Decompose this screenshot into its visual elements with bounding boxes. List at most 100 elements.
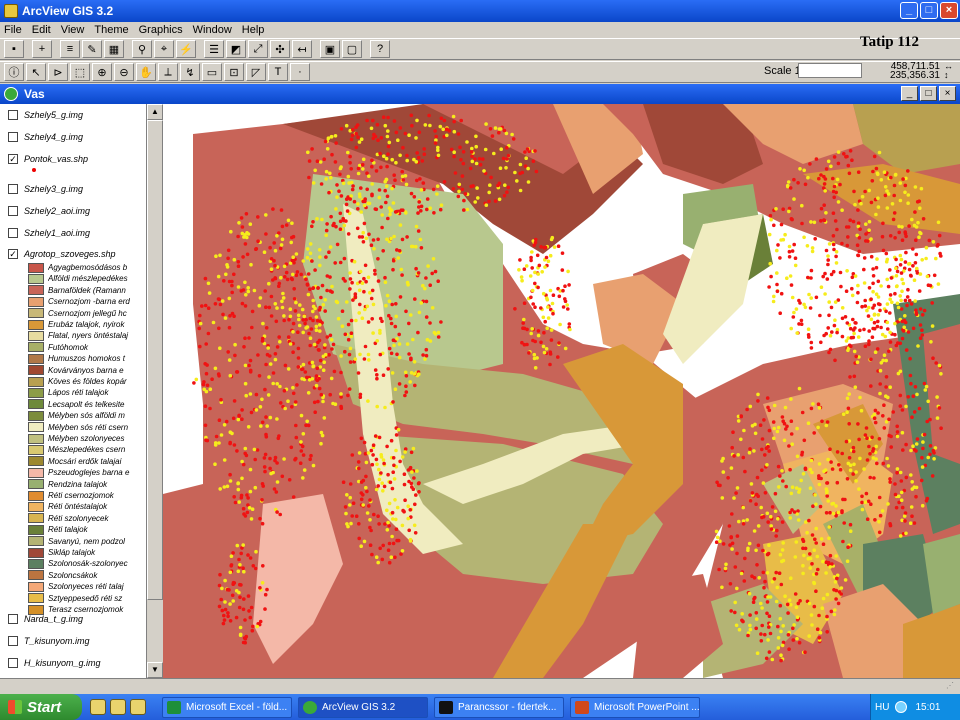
menu-view[interactable]: View bbox=[61, 24, 85, 36]
sample-point bbox=[857, 236, 862, 240]
sample-point bbox=[249, 262, 253, 267]
help-icon[interactable]: ? bbox=[370, 40, 390, 58]
select-by-theme-icon[interactable]: ◩ bbox=[226, 40, 246, 58]
sample-point bbox=[779, 238, 783, 242]
menu-help[interactable]: Help bbox=[242, 24, 265, 36]
menu-file[interactable]: File bbox=[4, 24, 22, 36]
open-table-icon[interactable]: ▦ bbox=[104, 40, 124, 58]
tray-network-icon[interactable] bbox=[895, 701, 908, 713]
sample-point bbox=[780, 559, 784, 564]
menu-edit[interactable]: Edit bbox=[32, 24, 51, 36]
menu-theme[interactable]: Theme bbox=[94, 24, 128, 36]
task-powerpoint[interactable]: Microsoft PowerPoint ... bbox=[570, 696, 700, 718]
view-hscroll[interactable]: ⋰ bbox=[0, 678, 960, 692]
close-button[interactable]: × bbox=[940, 2, 958, 19]
task-cmd[interactable]: Parancssor - fdertek... bbox=[434, 696, 564, 718]
area-of-interest-icon[interactable]: ▭ bbox=[202, 63, 222, 81]
view-close-button[interactable]: × bbox=[939, 86, 956, 101]
draw-point-icon[interactable]: · bbox=[290, 63, 310, 81]
edit-legend-icon[interactable]: ✎ bbox=[82, 40, 102, 58]
sample-point bbox=[228, 619, 233, 623]
layer-item[interactable]: Szhely2_aoi.img bbox=[8, 206, 90, 216]
measure-icon[interactable]: ⟂ bbox=[158, 63, 178, 81]
layer-item[interactable]: T_kisunyom.img bbox=[8, 636, 90, 646]
layer-item[interactable]: Szhely4_g.img bbox=[8, 132, 83, 142]
sample-point bbox=[379, 455, 384, 459]
query-builder-icon[interactable]: ☰ bbox=[204, 40, 224, 58]
layer-visibility-checkbox[interactable]: ✓ bbox=[8, 249, 18, 259]
hotlink-tool-icon[interactable]: ↯ bbox=[180, 63, 200, 81]
clear-selection-icon[interactable]: ▢ bbox=[342, 40, 362, 58]
layer-item[interactable]: H_kisunyom_g.img bbox=[8, 658, 101, 668]
callout-icon[interactable]: ◸ bbox=[246, 63, 266, 81]
sample-point bbox=[243, 304, 248, 308]
layer-item[interactable]: Szhely5_g.img bbox=[8, 110, 83, 120]
sample-point bbox=[826, 326, 830, 330]
layer-visibility-checkbox[interactable] bbox=[8, 658, 18, 668]
hotlink-icon[interactable]: ⚡ bbox=[176, 40, 196, 58]
save-project-icon[interactable]: ▪ bbox=[4, 40, 24, 58]
layer-visibility-checkbox[interactable] bbox=[8, 184, 18, 194]
locate-icon[interactable]: ⌖ bbox=[154, 40, 174, 58]
layer-item[interactable]: Szhely3_g.img bbox=[8, 184, 83, 194]
minimize-button[interactable]: _ bbox=[900, 2, 918, 19]
legend-item: Csernozjom -barna erd bbox=[28, 296, 146, 307]
zoom-in-icon[interactable]: ⊕ bbox=[92, 63, 112, 81]
layer-item[interactable]: ✓ Pontok_vas.shp bbox=[8, 154, 88, 164]
menu-window[interactable]: Window bbox=[193, 24, 232, 36]
sample-point bbox=[930, 324, 935, 328]
legend-label: Réti szolonyecek bbox=[48, 513, 109, 523]
explorer-icon[interactable] bbox=[90, 699, 106, 715]
scroll-down-icon[interactable]: ▼ bbox=[147, 662, 163, 678]
desktop-icon[interactable] bbox=[110, 699, 126, 715]
zoom-full-icon[interactable]: ✣ bbox=[270, 40, 290, 58]
layer-visibility-checkbox[interactable] bbox=[8, 636, 18, 646]
layer-visibility-checkbox[interactable]: ✓ bbox=[8, 154, 18, 164]
select-feature-icon[interactable]: ⬚ bbox=[70, 63, 90, 81]
select-features-icon[interactable]: ▣ bbox=[320, 40, 340, 58]
find-icon[interactable]: ⚲ bbox=[132, 40, 152, 58]
sample-point bbox=[367, 232, 371, 237]
add-theme-icon[interactable]: + bbox=[32, 40, 52, 58]
pointer-icon[interactable]: ↖ bbox=[26, 63, 46, 81]
scale-input[interactable] bbox=[798, 63, 862, 78]
vertex-edit-icon[interactable]: ⊳ bbox=[48, 63, 68, 81]
zoom-previous-icon[interactable]: ↤ bbox=[292, 40, 312, 58]
sample-point bbox=[851, 449, 856, 454]
identify-icon[interactable]: ⓘ bbox=[4, 63, 24, 81]
zoom-to-themes-icon[interactable]: ⤢ bbox=[248, 40, 268, 58]
layer-visibility-checkbox[interactable] bbox=[8, 614, 18, 624]
sample-point bbox=[459, 158, 463, 162]
zoom-out-icon[interactable]: ⊖ bbox=[114, 63, 134, 81]
scroll-thumb[interactable] bbox=[147, 120, 163, 600]
ie-icon[interactable] bbox=[130, 699, 146, 715]
sample-point bbox=[899, 271, 904, 275]
map-canvas[interactable] bbox=[163, 104, 960, 678]
scroll-up-icon[interactable]: ▲ bbox=[147, 104, 163, 120]
theme-properties-icon[interactable]: ≡ bbox=[60, 40, 80, 58]
view-minimize-button[interactable]: _ bbox=[901, 86, 918, 101]
sample-point bbox=[916, 220, 920, 225]
menu-graphics[interactable]: Graphics bbox=[139, 24, 183, 36]
layer-visibility-checkbox[interactable] bbox=[8, 132, 18, 142]
language-indicator[interactable]: HU bbox=[875, 702, 889, 713]
layer-visibility-checkbox[interactable] bbox=[8, 110, 18, 120]
sample-point bbox=[236, 234, 240, 239]
layer-item[interactable]: Szhely1_aoi.img bbox=[8, 228, 90, 238]
start-button[interactable]: Start bbox=[0, 694, 82, 720]
view-maximize-button[interactable]: □ bbox=[920, 86, 937, 101]
text-tool-icon[interactable]: T bbox=[268, 63, 288, 81]
sample-point bbox=[387, 541, 392, 546]
toc-scrollbar[interactable]: ▲ ▼ bbox=[146, 104, 163, 678]
layer-item[interactable]: Narda_t_g.img bbox=[8, 614, 83, 624]
label-icon[interactable]: ⊡ bbox=[224, 63, 244, 81]
layer-visibility-checkbox[interactable] bbox=[8, 228, 18, 238]
sample-point bbox=[714, 529, 719, 534]
task-arcview[interactable]: ArcView GIS 3.2 bbox=[298, 696, 428, 718]
task-excel[interactable]: Microsoft Excel - föld... bbox=[162, 696, 292, 718]
maximize-button[interactable]: □ bbox=[920, 2, 938, 19]
pan-icon[interactable]: ✋ bbox=[136, 63, 156, 81]
resize-grip-icon[interactable]: ⋰ bbox=[946, 681, 954, 690]
layer-visibility-checkbox[interactable] bbox=[8, 206, 18, 216]
layer-item[interactable]: ✓ Agrotop_szoveges.shp bbox=[8, 249, 116, 259]
